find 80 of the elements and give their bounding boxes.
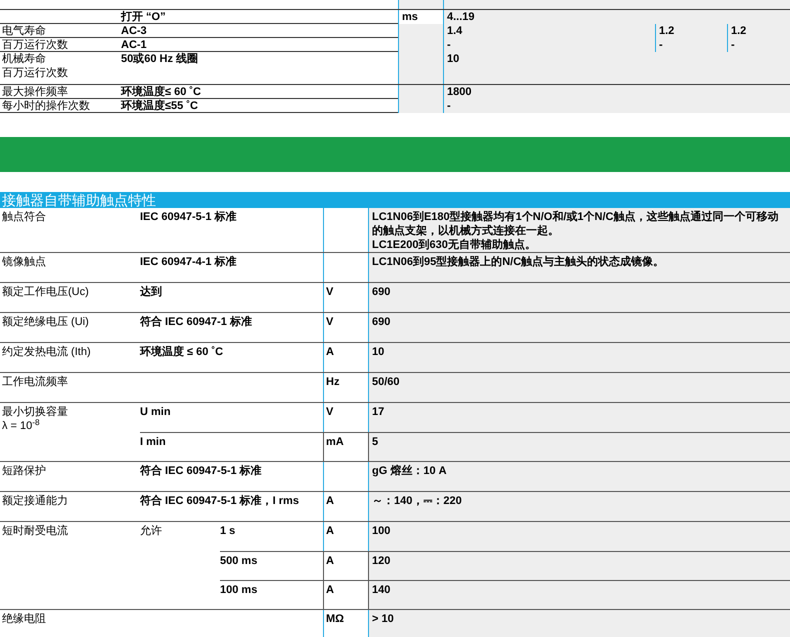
- condition-text: 500 ms: [220, 555, 258, 567]
- table-cell: [398, 0, 443, 9]
- condition-text: 环境温度≤ 60 ˚C: [121, 86, 201, 98]
- row-label: 最小切换容量: [2, 405, 68, 419]
- table-cell: [398, 85, 443, 99]
- condition-text: 1 s: [220, 525, 236, 537]
- value-text: 10: [372, 345, 386, 359]
- table-cell: -: [443, 99, 790, 113]
- value-text: 17: [372, 405, 386, 419]
- table-cell: 4...19: [443, 10, 790, 24]
- table-cell: -: [443, 38, 655, 52]
- condition-text: AC-1: [121, 39, 147, 51]
- condition-text: 允许: [140, 525, 162, 537]
- condition-text: 达到: [140, 286, 162, 298]
- row-label: 绝缘电阻: [2, 612, 46, 626]
- row-label: 额定绝缘电压 (Ui): [2, 315, 89, 329]
- unit-text: V: [326, 286, 334, 298]
- unit-text: A: [326, 555, 334, 567]
- row-label: 额定工作电压(Uc): [2, 285, 89, 299]
- condition-text: AC-3: [121, 25, 147, 37]
- value-text: > 10: [372, 612, 395, 626]
- table-cell: [398, 24, 443, 38]
- condition-text: 符合 IEC 60947-1 标准: [140, 316, 252, 328]
- value-text: 140: [372, 583, 392, 597]
- table-cell: 1.2: [727, 24, 790, 38]
- table-cell: -: [655, 38, 727, 52]
- condition-text: 环境温度≤55 ˚C: [121, 100, 198, 112]
- unit-text: A: [326, 584, 334, 596]
- value-text: 120: [372, 554, 392, 568]
- table-cell: 1.4: [443, 24, 655, 38]
- value-text: ～：140，⎓：220: [372, 494, 463, 508]
- value-text: 50/60: [372, 375, 401, 389]
- unit-text: V: [326, 406, 334, 418]
- table-cell: 1.2: [655, 24, 727, 38]
- row-label: 电气寿命: [2, 24, 46, 38]
- unit-text: V: [326, 316, 334, 328]
- condition-text: 符合 IEC 60947-5-1 标准，I rms: [140, 495, 299, 507]
- table-cell: [398, 99, 443, 113]
- unit-text: A: [326, 495, 334, 507]
- value-text: LC1E200到630无自带辅助触点。: [372, 238, 537, 252]
- unit-text: ms: [398, 10, 443, 24]
- condition-text: 环境温度 ≤ 60 ˚C: [140, 346, 224, 358]
- row-label: 镜像触点: [2, 255, 46, 269]
- row-label: 每小时的操作次数: [2, 99, 90, 113]
- condition-text: 100 ms: [220, 584, 258, 596]
- value-text: LC1N06到E180型接触器均有1个N/O和/或1个N/C触点，这些触点通过同一个可移动的触点支架，以机械方式连接在一起。: [372, 210, 780, 238]
- condition-text: IEC 60947-5-1 标准: [140, 211, 237, 223]
- value-text: gG 熔丝：10 A: [372, 464, 448, 478]
- row-label: 最大操作频率: [2, 85, 68, 99]
- value-text: 100: [372, 524, 392, 538]
- condition-text: 符合 IEC 60947-5-1 标准: [140, 465, 262, 477]
- table-cell: 1800: [443, 85, 790, 99]
- value-text: LC1N06到95型接触器上的N/C触点与主触头的状态成镜像。: [372, 255, 666, 269]
- row-label: 约定发热电流 (Ith): [2, 345, 91, 359]
- row-label: λ = 10$^{-8}$: [2, 419, 40, 433]
- table-cell: 10: [443, 52, 790, 84]
- condition-text: 50或60 Hz 线圈: [121, 53, 198, 65]
- condition-text: U min: [140, 406, 171, 418]
- table-cell: [398, 52, 443, 84]
- unit-text: A: [326, 525, 334, 537]
- value-text: 5: [372, 435, 380, 449]
- row-label: 百万运行次数: [2, 38, 68, 52]
- value-text: 690: [372, 285, 392, 299]
- section-title: 接触器自带辅助触点特性: [0, 192, 790, 208]
- unit-text: mA: [326, 436, 344, 448]
- table-cell: -: [727, 38, 790, 52]
- row-label: 机械寿命: [2, 52, 46, 66]
- row-label: 额定接通能力: [2, 494, 68, 508]
- row-label: 百万运行次数: [2, 66, 68, 80]
- row-label: 工作电流频率: [2, 375, 68, 389]
- value-text: 690: [372, 315, 392, 329]
- condition-text: IEC 60947-4-1 标准: [140, 256, 237, 268]
- row-label: 触点符合: [2, 210, 46, 224]
- row-label: 短时耐受电流: [2, 524, 68, 538]
- row-label: 短路保护: [2, 464, 46, 478]
- unit-text: A: [326, 346, 334, 358]
- condition-text: 打开 “O”: [121, 11, 166, 23]
- unit-text: Hz: [326, 376, 340, 388]
- unit-text: MΩ: [326, 613, 344, 625]
- condition-text: I min: [140, 436, 166, 448]
